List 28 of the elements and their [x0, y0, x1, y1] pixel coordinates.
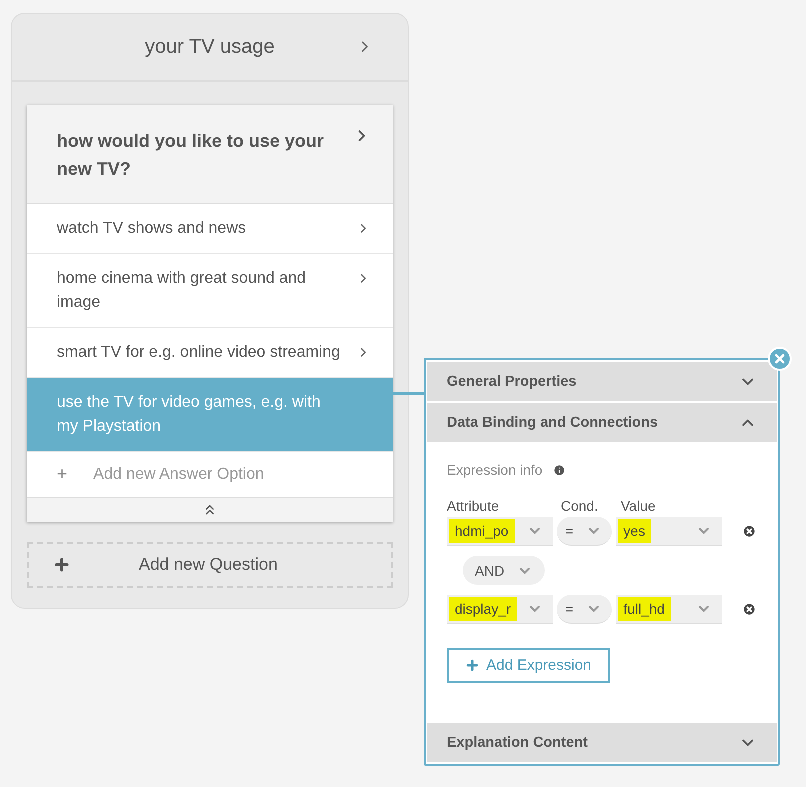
condition-select[interactable]: = [557, 517, 612, 546]
remove-icon[interactable] [742, 524, 757, 539]
question-title: how would you like to use your new TV? [57, 130, 326, 181]
column-label: Attribute [447, 498, 500, 514]
info-icon[interactable] [552, 464, 566, 476]
plus-icon [53, 556, 71, 574]
add-question-button[interactable]: Add new Question [27, 542, 393, 588]
answer-option[interactable]: home cinema with great sound and image [27, 254, 393, 328]
accordion-header[interactable]: General Properties [427, 362, 777, 401]
expression-info-label: Expression info [447, 462, 543, 478]
add-answer-plus: + [57, 464, 68, 485]
accordion-header[interactable]: Data Binding and Connections [427, 403, 777, 442]
answer-option[interactable]: smart TV for e.g. online video streaming [27, 328, 393, 378]
accordion-header[interactable]: Explanation Content [427, 723, 777, 762]
answer-option[interactable]: watch TV shows and news [27, 204, 393, 254]
section-title: your TV usage [145, 36, 275, 58]
remove-icon[interactable] [742, 602, 757, 617]
value-select[interactable]: full_hd [616, 595, 722, 624]
plus-icon [465, 658, 480, 673]
attribute-select[interactable]: display_r [447, 595, 554, 624]
condition-select[interactable]: = [557, 595, 612, 624]
connector-select[interactable]: AND [463, 556, 545, 585]
close-icon [773, 352, 787, 366]
column-label: Value [621, 498, 657, 514]
column-label: Cond. [561, 498, 600, 514]
value-select[interactable]: yes [616, 517, 722, 546]
attribute-select[interactable]: hdmi_po [447, 517, 554, 546]
add-answer-label: Add new Answer Option [94, 466, 264, 484]
